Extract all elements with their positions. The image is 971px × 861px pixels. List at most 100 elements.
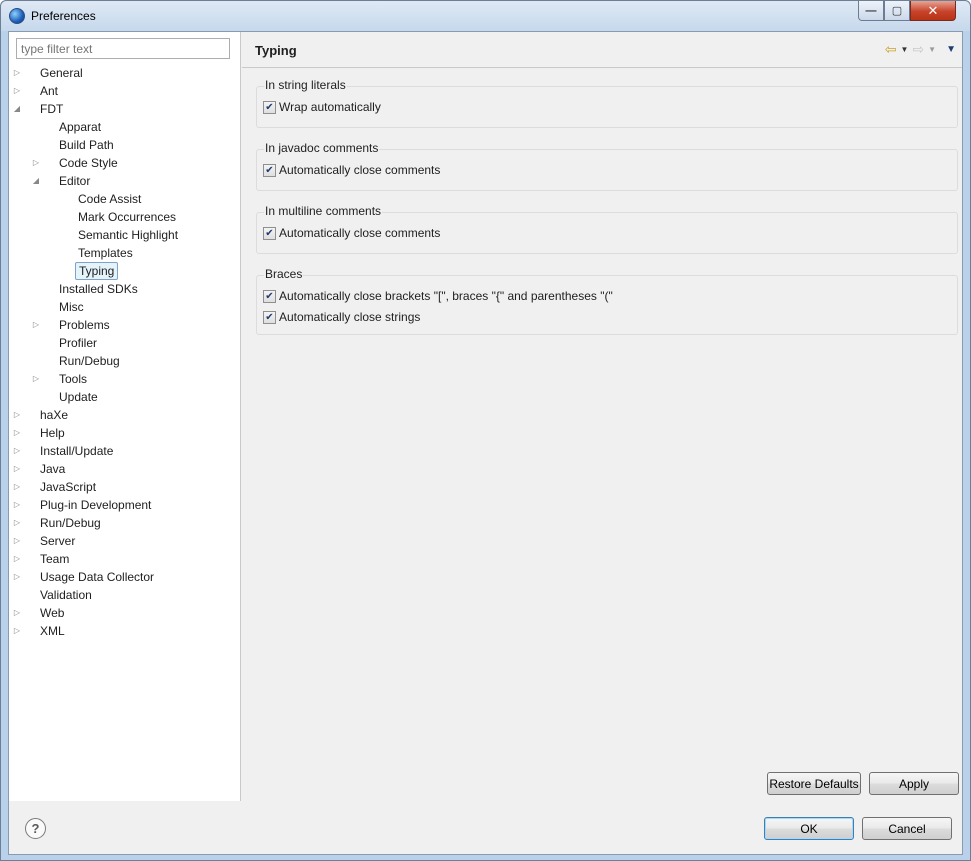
tree-item[interactable]: ◢ Editor: [9, 172, 241, 190]
collapsed-arrow-icon[interactable]: ▷: [12, 424, 22, 442]
collapsed-arrow-icon[interactable]: ▷: [12, 82, 22, 100]
tree-item[interactable]: ▷ Server: [9, 532, 241, 550]
restore-defaults-button[interactable]: Restore Defaults: [767, 772, 861, 795]
tree-item[interactable]: ▷ Run/Debug: [9, 514, 241, 532]
collapsed-arrow-icon[interactable]: ▷: [12, 478, 22, 496]
collapsed-arrow-icon[interactable]: ▷: [12, 460, 22, 478]
collapsed-arrow-icon[interactable]: ▷: [31, 370, 41, 388]
tree-item[interactable]: Code Assist: [9, 190, 241, 208]
collapsed-arrow-icon[interactable]: ▷: [12, 496, 22, 514]
ok-button[interactable]: OK: [764, 817, 854, 840]
option-checkbox[interactable]: ✔ Automatically close brackets "[", brace…: [263, 288, 613, 304]
tree-item[interactable]: Mark Occurrences: [9, 208, 241, 226]
collapsed-arrow-icon[interactable]: ▷: [12, 406, 22, 424]
tree-item[interactable]: ▷ Install/Update: [9, 442, 241, 460]
tree-item-label: Code Assist: [78, 192, 142, 206]
tree-item[interactable]: ▷ Team: [9, 550, 241, 568]
collapsed-arrow-icon[interactable]: ▷: [12, 442, 22, 460]
tree-item-label: Typing: [75, 262, 119, 280]
window-title: Preferences: [31, 9, 96, 23]
option-group: Braces ✔ Automatically close brackets "[",…: [256, 267, 958, 335]
tree-item[interactable]: ▷ Web: [9, 604, 241, 622]
tree-item[interactable]: Run/Debug: [9, 352, 241, 370]
tree-item[interactable]: Semantic Highlight: [9, 226, 241, 244]
checkbox-icon[interactable]: ✔: [263, 310, 276, 324]
tree-item-label: Apparat: [59, 120, 102, 134]
page-header: Typing ⇦ ▼ ⇨ ▼ ▼: [242, 32, 962, 68]
tree-item[interactable]: ▷ Ant: [9, 82, 241, 100]
tree-item[interactable]: ▷ Plug-in Development: [9, 496, 241, 514]
tree-item-label: Run/Debug: [59, 354, 120, 368]
arrow-forward-icon[interactable]: ⇨: [912, 42, 924, 56]
collapsed-arrow-icon[interactable]: ▷: [12, 514, 22, 532]
expanded-arrow-icon[interactable]: ◢: [12, 100, 22, 118]
tree-item-label: Misc: [59, 300, 84, 314]
option-checkbox[interactable]: ✔ Automatically close comments: [263, 162, 440, 178]
group-title: Braces: [264, 267, 304, 281]
option-checkbox[interactable]: ✔ Automatically close strings: [263, 309, 420, 325]
back-dropdown-icon[interactable]: ▼: [901, 45, 909, 54]
collapsed-arrow-icon[interactable]: ▷: [12, 550, 22, 568]
dialog-button-bar: ? OK Cancel: [9, 802, 962, 854]
view-menu-icon[interactable]: ▼: [946, 44, 956, 55]
tree-item-label: Help: [40, 426, 65, 440]
tree-item[interactable]: ▷ haXe: [9, 406, 241, 424]
group-title: In string literals: [264, 78, 347, 92]
collapsed-arrow-icon[interactable]: ▷: [12, 532, 22, 550]
tree-item[interactable]: ▷ Usage Data Collector: [9, 568, 241, 586]
collapsed-arrow-icon[interactable]: ▷: [31, 316, 41, 334]
expanded-arrow-icon[interactable]: ◢: [31, 172, 41, 190]
checkbox-icon[interactable]: ✔: [263, 289, 276, 303]
checkbox-icon[interactable]: ✔: [263, 163, 276, 177]
tree-item[interactable]: ◢ FDT: [9, 100, 241, 118]
tree-item[interactable]: Profiler: [9, 334, 241, 352]
close-button[interactable]: ✕: [910, 1, 956, 21]
tree-item[interactable]: Build Path: [9, 136, 241, 154]
preferences-window: Preferences — ▢ ✕ ▷ General ▷ Ant ◢ FDT Appara…: [0, 0, 971, 861]
tree-item-label: Team: [40, 552, 70, 566]
collapsed-arrow-icon[interactable]: ▷: [12, 568, 22, 586]
tree-item[interactable]: Validation: [9, 586, 241, 604]
checkbox-icon[interactable]: ✔: [263, 100, 276, 114]
option-label: Automatically close brackets "[", braces…: [279, 289, 613, 303]
tree-item[interactable]: ▷ Java: [9, 460, 241, 478]
cancel-button[interactable]: Cancel: [862, 817, 952, 840]
tree-item[interactable]: ▷ General: [9, 64, 241, 82]
filter-input[interactable]: [16, 38, 230, 59]
group-title: In javadoc comments: [264, 141, 380, 155]
tree-item[interactable]: ▷ Tools: [9, 370, 241, 388]
tree-item[interactable]: Installed SDKs: [9, 280, 241, 298]
tree-item[interactable]: Templates: [9, 244, 241, 262]
option-checkbox[interactable]: ✔ Wrap automatically: [263, 99, 381, 115]
collapsed-arrow-icon[interactable]: ▷: [12, 622, 22, 640]
tree-item[interactable]: ▷ Code Style: [9, 154, 241, 172]
collapsed-arrow-icon[interactable]: ▷: [31, 154, 41, 172]
maximize-button[interactable]: ▢: [884, 1, 910, 21]
tree-item-label: Editor: [59, 174, 91, 188]
tree-item[interactable]: Misc: [9, 298, 241, 316]
tree-item[interactable]: Typing: [9, 262, 241, 280]
collapsed-arrow-icon[interactable]: ▷: [12, 64, 22, 82]
tree-item[interactable]: ▷ Help: [9, 424, 241, 442]
forward-dropdown-icon[interactable]: ▼: [928, 45, 936, 54]
tree-item[interactable]: Update: [9, 388, 241, 406]
tree-item[interactable]: ▷ JavaScript: [9, 478, 241, 496]
tree-item[interactable]: Apparat: [9, 118, 241, 136]
tree-item[interactable]: ▷ XML: [9, 622, 241, 640]
option-label: Automatically close comments: [279, 226, 441, 240]
dialog-client: ▷ General ▷ Ant ◢ FDT Apparat Build Path ▷ Code S…: [8, 31, 963, 855]
arrow-back-icon[interactable]: ⇦: [885, 42, 897, 56]
option-checkbox[interactable]: ✔ Automatically close comments: [263, 225, 440, 241]
tree-item-label: JavaScript: [40, 480, 97, 494]
checkbox-icon[interactable]: ✔: [263, 226, 276, 240]
tree-item[interactable]: ▷ Problems: [9, 316, 241, 334]
collapsed-arrow-icon[interactable]: ▷: [12, 604, 22, 622]
minimize-button[interactable]: —: [858, 1, 884, 21]
tree-item-label: Validation: [40, 588, 92, 602]
help-icon[interactable]: ?: [25, 818, 46, 839]
tree-item-label: FDT: [40, 102, 64, 116]
apply-button[interactable]: Apply: [869, 772, 959, 795]
tree-item-label: Java: [40, 462, 66, 476]
tree-item-label: Update: [59, 390, 98, 404]
tree-item-label: Profiler: [59, 336, 98, 350]
